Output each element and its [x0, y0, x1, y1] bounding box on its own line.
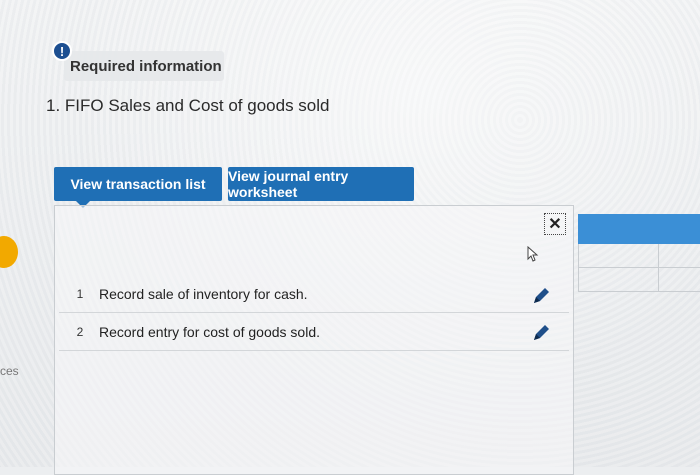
transaction-number: 2: [76, 325, 84, 339]
required-information-label: Required information: [64, 51, 224, 81]
transaction-row[interactable]: 2 Record entry for cost of goods sold.: [59, 314, 569, 351]
journal-preview-header: [: [578, 214, 700, 244]
view-journal-entry-worksheet-button[interactable]: View journal entry worksheet: [228, 167, 414, 201]
journal-preview-table: [: [578, 214, 700, 294]
transaction-description: Record entry for cost of goods sold.: [99, 324, 320, 340]
left-edge-text: ces: [0, 364, 19, 378]
transaction-description: Record sale of inventory for cash.: [99, 286, 308, 302]
required-information-banner: Required information !: [52, 41, 224, 81]
question-title: 1. FIFO Sales and Cost of goods sold: [46, 96, 330, 115]
transaction-number: 1: [76, 287, 84, 301]
view-transaction-list-button[interactable]: View transaction list: [54, 167, 222, 208]
journal-preview-row: [578, 244, 700, 268]
mouse-cursor-icon: [527, 246, 539, 262]
pencil-icon[interactable]: [530, 322, 552, 344]
journal-preview-row: [578, 268, 700, 292]
transaction-list-panel: 1 Record sale of inventory for cash. 2 R…: [54, 205, 574, 475]
close-icon[interactable]: ✕: [544, 213, 566, 235]
transaction-row[interactable]: 1 Record sale of inventory for cash.: [59, 276, 569, 313]
pencil-icon[interactable]: [530, 285, 552, 307]
exclamation-icon: !: [52, 41, 72, 61]
journal-preview-divider: [658, 244, 659, 292]
